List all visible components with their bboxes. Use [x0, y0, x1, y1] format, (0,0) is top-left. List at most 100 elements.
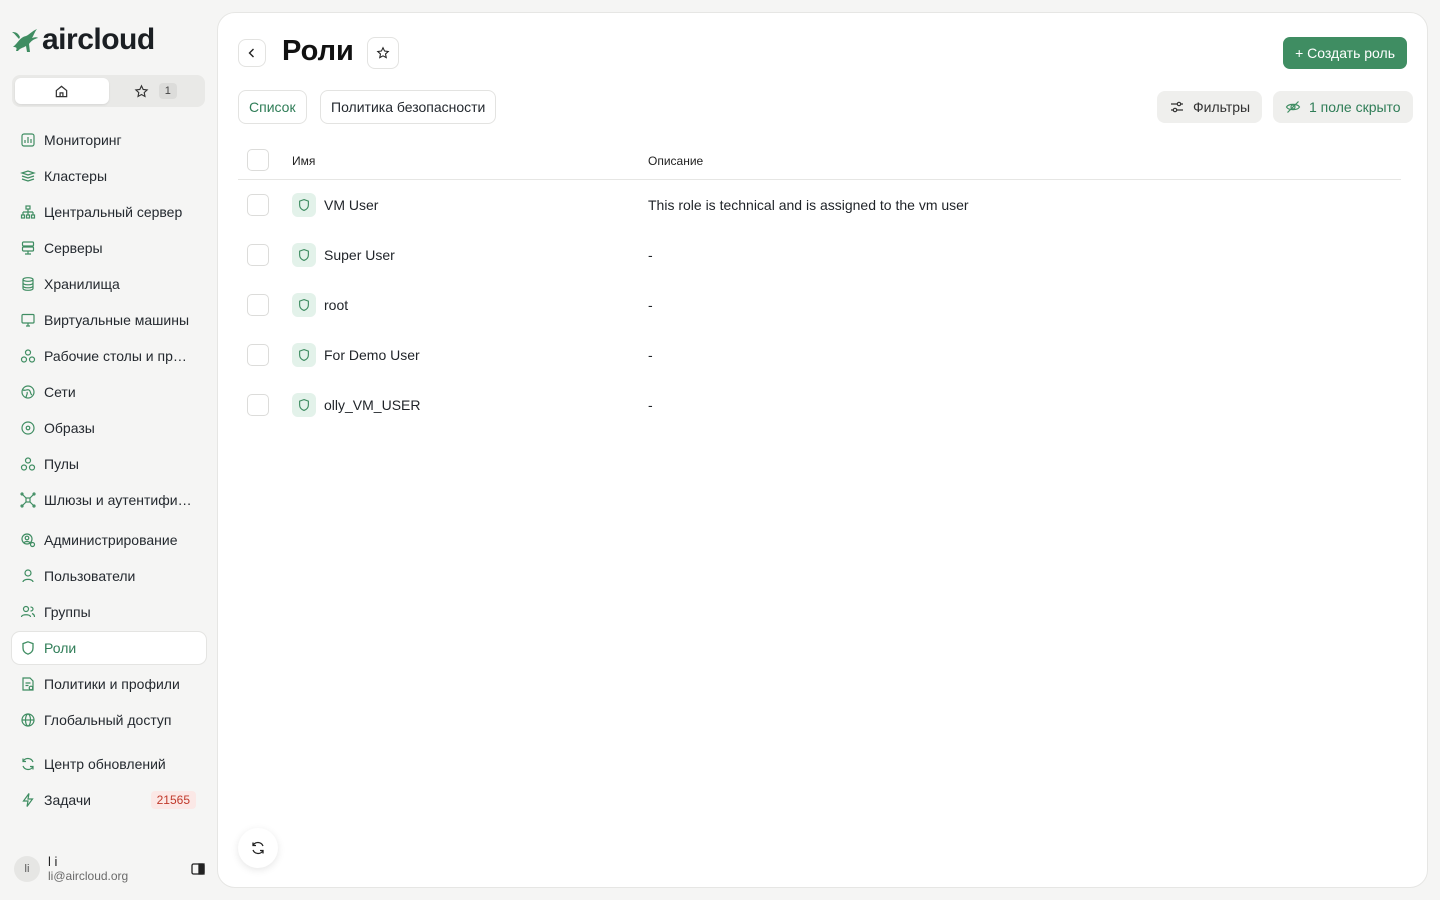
role-name[interactable]: olly_VM_USER: [324, 397, 420, 413]
tab-security-policy[interactable]: Политика безопасности: [320, 90, 497, 124]
row-checkbox[interactable]: [247, 394, 269, 416]
sidebar-item-label: Глобальный доступ: [44, 712, 172, 728]
apps-icon: [20, 349, 36, 363]
hidden-fields-button[interactable]: 1 поле скрыто: [1273, 91, 1413, 123]
role-description: -: [648, 247, 653, 263]
sidebar-item-global-access[interactable]: Глобальный доступ: [12, 704, 206, 736]
role-name[interactable]: root: [324, 297, 348, 313]
brand-name: aircloud: [42, 23, 155, 56]
shield-icon: [22, 641, 34, 655]
table-row[interactable]: root -: [238, 280, 1401, 330]
sidebar-item-networks[interactable]: Сети: [12, 376, 206, 408]
roles-table: Имя Описание VM User This role is techni…: [238, 143, 1401, 430]
sidebar-item-policies[interactable]: Политики и профили: [12, 668, 206, 700]
sidebar-item-groups[interactable]: Группы: [12, 596, 206, 628]
row-checkbox[interactable]: [247, 344, 269, 366]
column-description-header: Описание: [648, 154, 704, 168]
star-icon: [134, 84, 149, 98]
sidebar-item-storage[interactable]: Хранилища: [12, 268, 206, 300]
row-checkbox[interactable]: [247, 244, 269, 266]
globe-net-icon: [21, 385, 35, 399]
gateway-icon: [20, 492, 36, 508]
sidebar-item-images[interactable]: Образы: [12, 412, 206, 444]
add-favorite-button[interactable]: [367, 37, 399, 69]
create-role-button[interactable]: + Создать роль: [1283, 37, 1407, 69]
sidebar-item-label: Центр обновлений: [44, 756, 166, 772]
sidebar-item-administration[interactable]: Администрирование: [12, 524, 206, 556]
sidebar-item-clusters[interactable]: Кластеры: [12, 160, 206, 192]
table-row[interactable]: For Demo User -: [238, 330, 1401, 380]
sidebar-toggle-icon[interactable]: [190, 861, 206, 877]
column-name-header: Имя: [292, 154, 316, 168]
refresh-button[interactable]: [238, 828, 278, 868]
pool-icon: [20, 457, 36, 471]
sidebar-item-users[interactable]: Пользователи: [12, 560, 206, 592]
sidebar-item-desktops[interactable]: Рабочие столы и прил...: [12, 340, 206, 372]
home-tab[interactable]: [15, 78, 109, 104]
role-shield-icon: [292, 393, 316, 417]
filters-button[interactable]: Фильтры: [1157, 91, 1263, 123]
page-title: Роли: [282, 35, 354, 67]
table-row[interactable]: Super User -: [238, 230, 1401, 280]
policy-icon: [22, 677, 34, 691]
avatar: li: [14, 856, 40, 882]
sidebar-item-virtual-machines[interactable]: Виртуальные машины: [12, 304, 206, 336]
role-description: -: [648, 397, 653, 413]
hidden-fields-label: 1 поле скрыто: [1309, 99, 1401, 115]
quick-tabs: 1: [12, 75, 205, 107]
hierarchy-icon: [20, 205, 36, 219]
brand-logo[interactable]: aircloud: [10, 22, 155, 58]
favorites-count: 1: [158, 83, 177, 99]
main-panel: Роли + Создать роль Список Политика безо…: [217, 12, 1428, 888]
table-header: Имя Описание: [238, 143, 1401, 180]
sidebar-item-pools[interactable]: Пулы: [12, 448, 206, 480]
eye-off-icon: [1285, 101, 1301, 113]
chart-icon: [21, 133, 35, 147]
sidebar-item-label: Пулы: [44, 456, 79, 472]
sidebar-item-label: Хранилища: [44, 276, 120, 292]
user-profile[interactable]: li l i li@aircloud.org: [14, 852, 210, 886]
chevron-left-icon: [248, 48, 254, 58]
layers-icon: [20, 170, 36, 182]
select-all-checkbox[interactable]: [247, 149, 269, 171]
star-icon: [376, 46, 390, 59]
role-description: -: [648, 297, 653, 313]
sliders-icon: [1171, 101, 1183, 113]
sidebar-item-label: Политики и профили: [44, 676, 180, 692]
sidebar-item-label: Задачи: [44, 792, 92, 808]
sidebar-item-label: Рабочие столы и прил...: [44, 348, 194, 364]
table-row[interactable]: VM User This role is technical and is as…: [238, 180, 1401, 230]
user-email: li@aircloud.org: [48, 869, 129, 883]
server-icon: [21, 241, 35, 255]
role-description: This role is technical and is assigned t…: [648, 197, 969, 213]
tab-list[interactable]: Список: [238, 90, 307, 124]
group-icon: [20, 605, 36, 618]
monitor-icon: [21, 313, 35, 327]
user-name: l i: [48, 854, 58, 869]
favorites-tab[interactable]: 1: [109, 78, 203, 104]
row-checkbox[interactable]: [247, 294, 269, 316]
sidebar-item-tasks[interactable]: Задачи 21565: [12, 784, 206, 816]
lightning-icon: [22, 793, 34, 807]
table-row[interactable]: olly_VM_USER -: [238, 380, 1401, 430]
sidebar-item-label: Пользователи: [44, 568, 136, 584]
disc-icon: [21, 421, 35, 435]
role-description: -: [648, 347, 653, 363]
home-icon: [55, 85, 68, 97]
sidebar-item-gateways[interactable]: Шлюзы и аутентифика...: [12, 484, 206, 516]
refresh-icon: [22, 757, 34, 771]
back-button[interactable]: [238, 39, 266, 67]
sidebar-item-central-server[interactable]: Центральный сервер: [12, 196, 206, 228]
sidebar-item-update-center[interactable]: Центр обновлений: [12, 748, 206, 780]
sidebar-item-label: Серверы: [44, 240, 103, 256]
user-icon: [22, 569, 34, 583]
sidebar-item-roles[interactable]: Роли: [12, 632, 206, 664]
sidebar-item-monitoring[interactable]: Мониторинг: [12, 124, 206, 156]
row-checkbox[interactable]: [247, 194, 269, 216]
tasks-count-badge: 21565: [150, 791, 196, 809]
role-name[interactable]: Super User: [324, 247, 395, 263]
admin-icon: [21, 533, 36, 548]
sidebar-item-servers[interactable]: Серверы: [12, 232, 206, 264]
role-name[interactable]: VM User: [324, 197, 378, 213]
role-name[interactable]: For Demo User: [324, 347, 420, 363]
